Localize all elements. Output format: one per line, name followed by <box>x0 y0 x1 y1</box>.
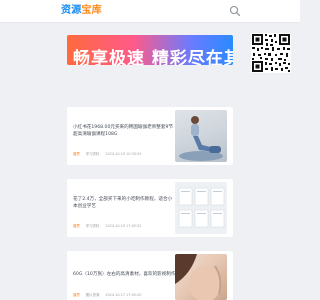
post-card[interactable]: 花了2.4万，全部买下来的小吃制作教程，适合小本创业学艺 普思 学习资料 2024-… <box>67 179 233 237</box>
post-category[interactable]: 图片资源 <box>86 293 100 297</box>
post-author[interactable]: 普思 <box>73 152 80 156</box>
document-grid-image <box>178 187 225 228</box>
portrait-photo <box>175 254 222 300</box>
post-meta: 普思 图片资源 2024-10-17 17:05:20 <box>73 292 141 297</box>
post-thumbnail[interactable] <box>175 110 227 162</box>
post-thumbnail[interactable] <box>175 182 227 234</box>
yoga-photo <box>179 116 223 161</box>
post-author[interactable]: 普思 <box>73 224 80 228</box>
logo-accent-text: 宝库 <box>81 5 102 16</box>
search-icon[interactable] <box>229 5 241 17</box>
post-title[interactable]: 小红书花1968.00元买来的韩国瑜伽老师整套9节超高清瑜伽课程108G <box>73 124 175 138</box>
post-author[interactable]: 普思 <box>73 293 80 297</box>
post-thumbnail[interactable] <box>175 254 227 300</box>
post-title[interactable]: 60G（10万张）左右的高清素材，喜欢的影视制作粉 <box>73 271 180 278</box>
post-meta: 普思 学习资料 2024-10-19 17:05:32 <box>73 223 141 228</box>
post-card[interactable]: 小红书花1968.00元买来的韩国瑜伽老师整套9节超高清瑜伽课程108G 普思 学… <box>67 107 233 165</box>
post-date: 2024-10-19 17:05:32 <box>105 224 142 228</box>
post-title[interactable]: 花了2.4万，全部买下来的小吃制作教程，适合小本创业学艺 <box>73 196 175 210</box>
post-date: 2024-10-19 10:30:25 <box>105 152 142 156</box>
banner-text: 畅享极速 精彩尽在其中 <box>73 49 233 65</box>
post-card[interactable]: 60G（10万张）左右的高清素材，喜欢的影视制作粉 普思 图片资源 2024-10-… <box>67 251 233 300</box>
logo-main-text: 资源 <box>61 5 82 16</box>
promo-banner[interactable]: 畅享极速 精彩尽在其中 <box>67 35 233 65</box>
top-navbar: 资源宝库 <box>0 0 300 23</box>
qr-code-image <box>251 33 291 73</box>
post-meta: 普思 学习资料 2024-10-19 10:30:25 <box>73 151 141 156</box>
post-category[interactable]: 学习资料 <box>86 224 100 228</box>
post-date: 2024-10-17 17:05:20 <box>105 293 142 297</box>
site-logo[interactable]: 资源宝库 <box>61 5 102 17</box>
post-category[interactable]: 学习资料 <box>86 152 100 156</box>
